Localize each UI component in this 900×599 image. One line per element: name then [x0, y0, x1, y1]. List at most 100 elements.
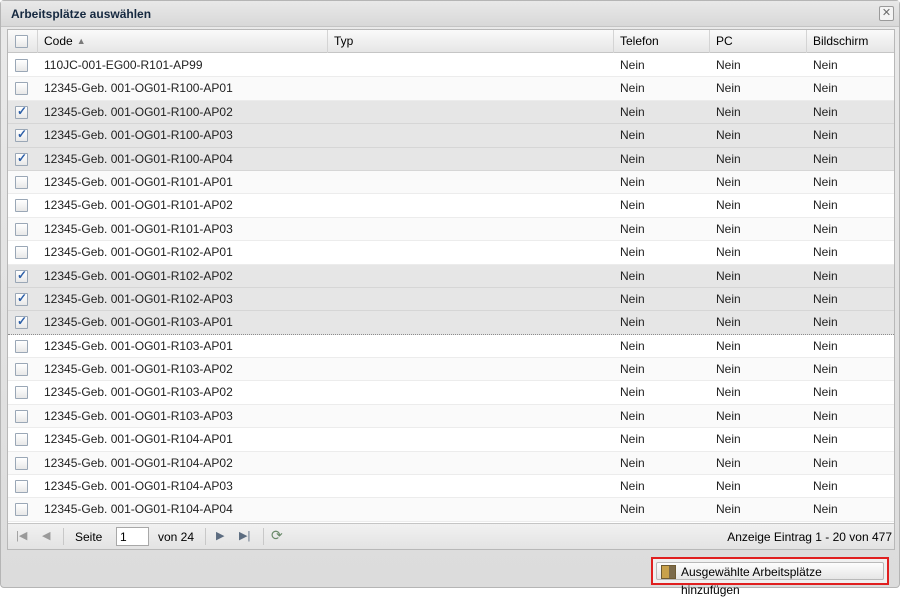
- column-header-bildschirm[interactable]: Bildschirm: [807, 30, 894, 53]
- select-all-checkbox[interactable]: [15, 35, 28, 48]
- table-row[interactable]: 12345-Geb. 001-OG01-R103-AP03 Nein Nein Nei…: [8, 404, 894, 429]
- workplace-grid: Code ▲ Typ Telefon PC Bildschirm 110JC-00…: [7, 29, 895, 550]
- cell-code: 12345-Geb. 001-OG01-R100-AP04: [44, 151, 233, 166]
- page-label: Seite: [75, 530, 103, 544]
- cell-typ: [328, 241, 614, 264]
- cell-telefon: Nein: [620, 479, 645, 494]
- cell-pc: Nein: [716, 291, 741, 306]
- row-checkbox[interactable]: [15, 82, 28, 96]
- cell-typ: [328, 148, 614, 171]
- table-row[interactable]: 12345-Geb. 001-OG01-R100-AP03 Nein Nein Nei…: [8, 124, 894, 148]
- close-icon[interactable]: ✕: [879, 6, 894, 21]
- column-header-code[interactable]: Code ▲: [38, 30, 328, 53]
- refresh-icon[interactable]: ⟳: [271, 527, 283, 544]
- table-row[interactable]: 12345-Geb. 001-OG01-R100-AP01 Nein Nein Nei…: [8, 77, 894, 101]
- cell-bildschirm: Nein: [813, 408, 838, 423]
- next-page-icon[interactable]: ▶: [216, 529, 224, 542]
- table-row[interactable]: 12345-Geb. 001-OG01-R104-AP02 Nein Nein Nei…: [8, 451, 894, 476]
- cell-telefon: Nein: [620, 245, 645, 260]
- row-checkbox[interactable]: [15, 175, 28, 189]
- cell-typ: [328, 498, 614, 521]
- table-row[interactable]: 12345-Geb. 001-OG01-R103-AP02 Nein Nein Nei…: [8, 358, 894, 382]
- row-checkbox[interactable]: [15, 59, 28, 72]
- column-header-telefon[interactable]: Telefon: [614, 30, 710, 53]
- cell-bildschirm: Nein: [813, 479, 838, 494]
- cell-telefon: Nein: [620, 104, 645, 119]
- row-checkbox[interactable]: [15, 480, 28, 494]
- add-selected-workplaces-button[interactable]: Ausgewählte Arbeitsplätze hinzufügen: [656, 562, 884, 597]
- cell-typ: [328, 452, 614, 475]
- table-row[interactable]: 12345-Geb. 001-OG01-R104-AP04 Nein Nein Nei…: [8, 498, 894, 522]
- row-checkbox[interactable]: [15, 246, 28, 260]
- cell-typ: [328, 311, 614, 334]
- row-checkbox[interactable]: [15, 291, 28, 306]
- table-row[interactable]: 110JC-001-EG00-R101-AP99 Nein Nein Nein: [8, 54, 894, 78]
- cell-bildschirm: Nein: [813, 198, 838, 213]
- paging-toolbar: |◀ ◀ Seite von 24 ▶ ▶| ⟳ Anzeige Eintrag…: [8, 523, 894, 549]
- cell-bildschirm: Nein: [813, 104, 838, 119]
- pager-separator: [63, 528, 64, 545]
- table-row[interactable]: 12345-Geb. 001-OG01-R101-AP03 Nein Nein Nei…: [8, 217, 894, 242]
- row-checkbox[interactable]: [15, 127, 28, 143]
- cell-bildschirm: Nein: [813, 81, 838, 96]
- row-checkbox[interactable]: [15, 222, 28, 236]
- row-checkbox[interactable]: [15, 199, 28, 213]
- table-row[interactable]: 12345-Geb. 001-OG01-R102-AP02 Nein Nein Nei…: [8, 264, 894, 288]
- cell-pc: Nein: [716, 455, 741, 470]
- table-row[interactable]: 12345-Geb. 001-OG01-R100-AP02 Nein Nein Nei…: [8, 100, 894, 125]
- cell-bildschirm: Nein: [813, 385, 838, 400]
- table-row[interactable]: 12345-Geb. 001-OG01-R102-AP01 Nein Nein Nei…: [8, 241, 894, 265]
- cell-code: 12345-Geb. 001-OG01-R103-AP02: [44, 362, 233, 377]
- row-checkbox[interactable]: [15, 339, 28, 353]
- row-checkbox[interactable]: [15, 363, 28, 377]
- column-header-code-label: Code: [44, 34, 73, 48]
- table-row[interactable]: 12345-Geb. 001-OG01-R104-AP01 Nein Nein Nei…: [8, 428, 894, 452]
- cell-telefon: Nein: [620, 315, 645, 330]
- table-row[interactable]: 12345-Geb. 001-OG01-R102-AP03 Nein Nein Nei…: [8, 287, 894, 312]
- cell-typ: [328, 265, 614, 288]
- prev-page-icon[interactable]: ◀: [42, 529, 50, 542]
- row-checkbox[interactable]: [15, 409, 28, 423]
- table-row[interactable]: 12345-Geb. 001-OG01-R101-AP01 Nein Nein Nei…: [8, 170, 894, 195]
- cell-code: 12345-Geb. 001-OG01-R103-AP01: [44, 338, 233, 353]
- cell-pc: Nein: [716, 151, 741, 166]
- dialog-title: Arbeitsplätze auswählen: [11, 7, 152, 21]
- row-checkbox[interactable]: [15, 314, 28, 330]
- row-checkbox[interactable]: [15, 104, 28, 119]
- table-row[interactable]: 12345-Geb. 001-OG01-R103-AP01 Nein Nein Nei…: [8, 311, 894, 335]
- table-row[interactable]: 12345-Geb. 001-OG01-R103-AP01 Nein Nein Nei…: [8, 334, 894, 359]
- table-row[interactable]: 12345-Geb. 001-OG01-R104-AP03 Nein Nein Nei…: [8, 475, 894, 499]
- cell-bildschirm: Nein: [813, 245, 838, 260]
- grid-header: Code ▲ Typ Telefon PC Bildschirm: [8, 30, 894, 53]
- dialog-titlebar[interactable]: Arbeitsplätze auswählen ✕: [1, 1, 899, 27]
- first-page-icon[interactable]: |◀: [16, 529, 27, 542]
- row-checkbox[interactable]: [15, 503, 28, 517]
- table-row[interactable]: 12345-Geb. 001-OG01-R101-AP02 Nein Nein Nei…: [8, 194, 894, 218]
- add-selected-workplaces-highlight: Ausgewählte Arbeitsplätze hinzufügen: [651, 557, 889, 597]
- row-checkbox[interactable]: [15, 151, 28, 166]
- cell-bildschirm: Nein: [813, 315, 838, 330]
- row-checkbox[interactable]: [15, 456, 28, 470]
- row-checkbox[interactable]: [15, 386, 28, 400]
- cell-code: 12345-Geb. 001-OG01-R102-AP03: [44, 291, 233, 306]
- row-checkbox[interactable]: [15, 433, 28, 447]
- cell-telefon: Nein: [620, 151, 645, 166]
- cell-telefon: Nein: [620, 268, 645, 283]
- table-row[interactable]: 12345-Geb. 001-OG01-R100-AP04 Nein Nein Nei…: [8, 147, 894, 171]
- paging-info: Anzeige Eintrag 1 - 20 von 477: [727, 530, 892, 544]
- page-number-input[interactable]: [116, 527, 149, 546]
- table-row[interactable]: 12345-Geb. 001-OG01-R103-AP02 Nein Nein Nei…: [8, 381, 894, 405]
- column-header-pc[interactable]: PC: [710, 30, 807, 53]
- cell-code: 110JC-001-EG00-R101-AP99: [44, 58, 203, 72]
- cell-bildschirm: Nein: [813, 362, 838, 377]
- cell-bildschirm: Nein: [813, 432, 838, 447]
- cell-bildschirm: Nein: [813, 58, 838, 72]
- last-page-icon[interactable]: ▶|: [239, 529, 250, 542]
- cell-code: 12345-Geb. 001-OG01-R100-AP01: [44, 81, 233, 96]
- row-checkbox[interactable]: [15, 268, 28, 283]
- pager-separator: [205, 528, 206, 545]
- cell-pc: Nein: [716, 408, 741, 423]
- cell-code: 12345-Geb. 001-OG01-R103-AP03: [44, 408, 233, 423]
- column-header-typ[interactable]: Typ: [328, 30, 614, 53]
- cell-code: 12345-Geb. 001-OG01-R101-AP01: [44, 174, 233, 189]
